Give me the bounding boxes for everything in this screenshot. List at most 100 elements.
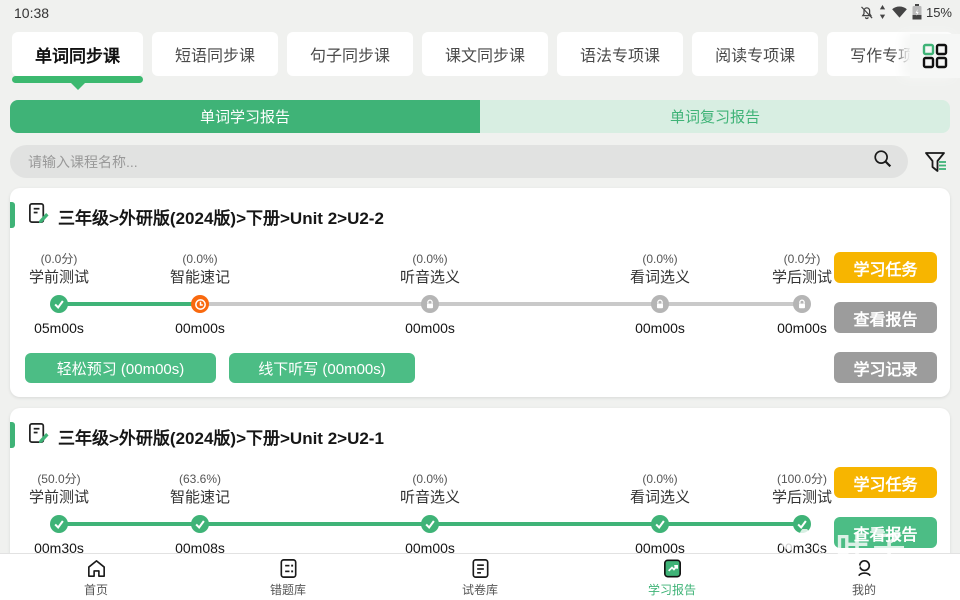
- step-time: 05m00s: [0, 320, 124, 336]
- step-name: 学前测试: [0, 489, 124, 507]
- mute-icon: [859, 5, 874, 20]
- nav-label: 试卷库: [462, 581, 498, 598]
- step-time: 00m00s: [595, 320, 725, 336]
- step-score: (0.0%): [595, 472, 725, 486]
- nav-label: 错题库: [270, 581, 306, 598]
- tab-label: 语法专项课: [580, 42, 660, 66]
- study-task-button[interactable]: 学习任务: [834, 467, 937, 498]
- battery-percent: 15%: [926, 5, 952, 20]
- step-name: 智能速记: [135, 489, 265, 507]
- nav-study-report[interactable]: 学习报告: [576, 554, 768, 600]
- step-score: (0.0分): [0, 252, 124, 266]
- data-transfer-icon: [878, 5, 887, 19]
- nav-label: 首页: [84, 581, 108, 598]
- grid-icon: [922, 43, 948, 69]
- step-name: 学前测试: [0, 269, 124, 287]
- step-name: 听音选义: [365, 269, 495, 287]
- nav-exam-papers[interactable]: 试卷库: [384, 554, 576, 600]
- step-score: (0.0%): [365, 252, 495, 266]
- bottom-nav: 首页 错题库 试卷库 学习报告 我的: [0, 553, 960, 600]
- step-memorize: (0.0%) 智能速记 00m00s: [135, 252, 265, 336]
- search-icon[interactable]: [872, 148, 894, 175]
- check-icon: [421, 515, 439, 533]
- step-see-choose: (0.0%) 看词选义 00m00s: [595, 252, 725, 336]
- tab-sentence-sync[interactable]: 句子同步课: [287, 32, 413, 76]
- course-card-u2-2: 三年级>外研版(2024版)>下册>Unit 2>U2-2 (0.0分) 学前测…: [10, 188, 950, 397]
- status-bar: 10:38 15%: [0, 0, 960, 28]
- filter-funnel-icon: [922, 149, 948, 175]
- tab-word-sync[interactable]: 单词同步课: [12, 32, 143, 76]
- study-report-icon: [661, 557, 684, 580]
- check-icon: [50, 295, 68, 313]
- check-icon: [793, 515, 811, 533]
- step-time: 00m00s: [135, 320, 265, 336]
- document-edit-icon: [27, 422, 50, 450]
- step-see-choose: (0.0%) 看词选义 00m00s: [595, 472, 725, 556]
- tab-label: 短语同步课: [175, 42, 255, 66]
- tab-text-sync[interactable]: 课文同步课: [422, 32, 548, 76]
- tab-label: 句子同步课: [310, 42, 390, 66]
- accent-bar: [10, 202, 15, 228]
- study-record-button[interactable]: 学习记录: [834, 352, 937, 383]
- battery-icon: [912, 4, 922, 20]
- view-report-button[interactable]: 查看报告: [834, 517, 937, 548]
- accent-bar: [10, 422, 15, 448]
- nav-wrong-questions[interactable]: 错题库: [192, 554, 384, 600]
- document-edit-icon: [27, 202, 50, 230]
- step-score: (0.0%): [135, 252, 265, 266]
- nav-label: 我的: [852, 581, 876, 598]
- nav-label: 学习报告: [648, 581, 696, 598]
- check-icon: [50, 515, 68, 533]
- tab-reading[interactable]: 阅读专项课: [692, 32, 818, 76]
- view-report-button[interactable]: 查看报告: [834, 302, 937, 333]
- easy-preview-button[interactable]: 轻松预习 (00m00s): [25, 353, 216, 383]
- offline-dictation-button[interactable]: 线下听写 (00m00s): [229, 353, 415, 383]
- tab-label: 课文同步课: [445, 42, 525, 66]
- wrong-question-bank-icon: [277, 557, 300, 580]
- step-name: 智能速记: [135, 269, 265, 287]
- step-name: 看词选义: [595, 269, 725, 287]
- tab-label: 单词同步课: [35, 42, 120, 67]
- filter-button[interactable]: [920, 147, 950, 177]
- tab-grid-menu-button[interactable]: [910, 34, 960, 78]
- check-icon: [651, 515, 669, 533]
- subtab-label: 单词复习报告: [670, 106, 760, 127]
- paper-bank-icon: [469, 557, 492, 580]
- subtab-study-report[interactable]: 单词学习报告: [10, 100, 480, 133]
- tab-label: 阅读专项课: [715, 42, 795, 66]
- step-time: 00m00s: [365, 320, 495, 336]
- lock-icon: [651, 295, 669, 313]
- course-tabs: 单词同步课 短语同步课 句子同步课 课文同步课 语法专项课 阅读专项课 写作专项…: [12, 32, 960, 90]
- nav-profile[interactable]: 我的: [768, 554, 960, 600]
- step-memorize: (63.6%) 智能速记 00m08s: [135, 472, 265, 556]
- step-score: (0.0%): [365, 472, 495, 486]
- wifi-icon: [891, 5, 908, 19]
- report-subtabs: 单词学习报告 单词复习报告: [10, 100, 950, 133]
- card-title: 三年级>外研版(2024版)>下册>Unit 2>U2-2: [58, 204, 384, 229]
- profile-icon: [853, 557, 876, 580]
- step-score: (0.0%): [595, 252, 725, 266]
- search-input[interactable]: 请输入课程名称...: [10, 145, 908, 178]
- check-icon: [191, 515, 209, 533]
- search-placeholder: 请输入课程名称...: [28, 152, 872, 172]
- home-icon: [85, 557, 108, 580]
- lock-icon: [793, 295, 811, 313]
- step-pretest: (50.0分) 学前测试 00m30s: [0, 472, 124, 556]
- subtab-review-report[interactable]: 单词复习报告: [480, 100, 950, 133]
- status-time: 10:38: [14, 5, 49, 21]
- step-pretest: (0.0分) 学前测试 05m00s: [0, 252, 124, 336]
- study-task-button[interactable]: 学习任务: [834, 252, 937, 283]
- subtab-label: 单词学习报告: [200, 106, 290, 127]
- tab-grammar[interactable]: 语法专项课: [557, 32, 683, 76]
- step-listen-choose: (0.0%) 听音选义 00m00s: [365, 252, 495, 336]
- step-name: 听音选义: [365, 489, 495, 507]
- lock-icon: [421, 295, 439, 313]
- clock-icon: [191, 295, 209, 313]
- tab-phrase-sync[interactable]: 短语同步课: [152, 32, 278, 76]
- step-listen-choose: (0.0%) 听音选义 00m00s: [365, 472, 495, 556]
- step-name: 看词选义: [595, 489, 725, 507]
- card-title: 三年级>外研版(2024版)>下册>Unit 2>U2-1: [58, 424, 384, 449]
- nav-home[interactable]: 首页: [0, 554, 192, 600]
- step-score: (63.6%): [135, 472, 265, 486]
- step-score: (50.0分): [0, 472, 124, 486]
